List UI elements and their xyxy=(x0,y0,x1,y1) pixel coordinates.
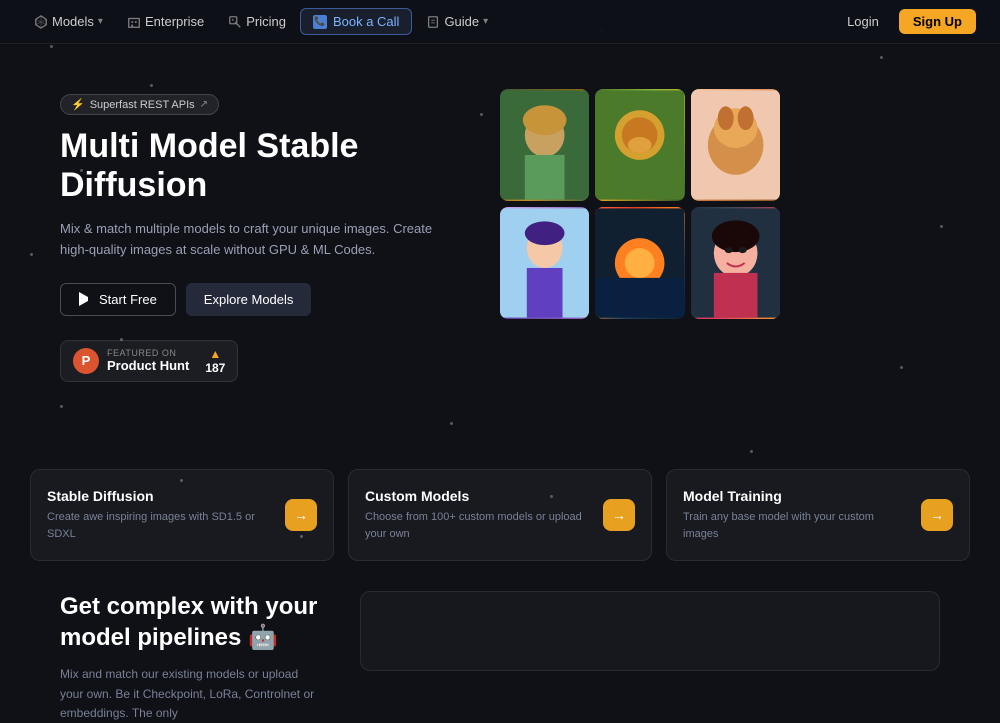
badge-text: Superfast REST APIs xyxy=(90,99,195,111)
feature-title-1: Stable Diffusion xyxy=(47,488,271,504)
play-icon xyxy=(79,292,93,306)
grid-image-4 xyxy=(500,207,589,319)
models-label: Models xyxy=(52,14,94,29)
ph-name: Product Hunt xyxy=(107,358,189,373)
feature-title-3: Model Training xyxy=(683,488,907,504)
feature-btn-2[interactable]: → xyxy=(603,499,635,531)
nav-models[interactable]: Models ▾ xyxy=(24,9,113,34)
feature-cards-section: Stable Diffusion Create awe inspiring im… xyxy=(0,469,1000,561)
nav-guide[interactable]: Guide ▾ xyxy=(416,9,498,34)
hero-description: Mix & match multiple models to craft you… xyxy=(60,219,460,261)
grid-image-5 xyxy=(595,207,684,319)
ph-featured-text: FEATURED ON xyxy=(107,348,189,358)
feature-desc-2: Choose from 100+ custom models or upload… xyxy=(365,509,589,542)
feature-card-text-1: Stable Diffusion Create awe inspiring im… xyxy=(47,488,271,542)
feature-card-custom-models: Custom Models Choose from 100+ custom mo… xyxy=(348,469,652,561)
book-icon xyxy=(426,15,440,29)
ph-logo: P xyxy=(73,348,99,374)
guide-label: Guide xyxy=(444,14,479,29)
feature-card-text-3: Model Training Train any base model with… xyxy=(683,488,907,542)
product-hunt-badge[interactable]: P FEATURED ON Product Hunt ▲ 187 xyxy=(60,340,238,382)
bottom-section: Get complex with your model pipelines 🤖 … xyxy=(0,591,1000,723)
grid-image-1 xyxy=(500,89,589,201)
navbar: Models ▾ Enterprise Pricing 📞 Book a Cal… xyxy=(0,0,1000,44)
feature-card-text-2: Custom Models Choose from 100+ custom mo… xyxy=(365,488,589,542)
bottom-left: Get complex with your model pipelines 🤖 … xyxy=(60,591,320,723)
phone-icon: 📞 xyxy=(313,15,327,29)
feature-desc-1: Create awe inspiring images with SD1.5 o… xyxy=(47,509,271,542)
models-caret: ▾ xyxy=(98,16,103,27)
nav-pricing[interactable]: Pricing xyxy=(218,9,296,34)
bottom-right-panel xyxy=(360,591,940,671)
feature-card-model-training: Model Training Train any base model with… xyxy=(666,469,970,561)
grid-image-6 xyxy=(691,207,780,319)
ph-score-value: 187 xyxy=(205,361,225,375)
enterprise-label: Enterprise xyxy=(145,14,204,29)
guide-caret: ▾ xyxy=(483,16,488,27)
ph-text: FEATURED ON Product Hunt xyxy=(107,348,189,373)
bottom-title: Get complex with your model pipelines 🤖 xyxy=(60,591,320,653)
feature-btn-1[interactable]: → xyxy=(285,499,317,531)
bottom-description: Mix and match our existing models or upl… xyxy=(60,665,320,723)
feature-desc-3: Train any base model with your custom im… xyxy=(683,509,907,542)
hero-image-grid xyxy=(500,89,780,319)
cube-icon xyxy=(34,15,48,29)
hero-left: ⚡ Superfast REST APIs ↗ Multi Model Stab… xyxy=(60,84,460,453)
nav-right: Login Sign Up xyxy=(837,9,976,34)
nav-left: Models ▾ Enterprise Pricing 📞 Book a Cal… xyxy=(24,8,498,35)
pricing-label: Pricing xyxy=(246,14,286,29)
book-call-label: Book a Call xyxy=(333,14,399,29)
feature-title-2: Custom Models xyxy=(365,488,589,504)
hero-buttons: Start Free Explore Models xyxy=(60,283,460,316)
hero-section: ⚡ Superfast REST APIs ↗ Multi Model Stab… xyxy=(0,44,1000,453)
grid-image-2 xyxy=(595,89,684,201)
building-icon xyxy=(127,15,141,29)
hero-title: Multi Model Stable Diffusion xyxy=(60,127,460,205)
api-badge: ⚡ Superfast REST APIs ↗ xyxy=(60,94,219,115)
nav-book-call[interactable]: 📞 Book a Call xyxy=(300,8,412,35)
start-free-label: Start Free xyxy=(99,292,157,307)
ph-score: ▲ 187 xyxy=(205,347,225,375)
feature-btn-3[interactable]: → xyxy=(921,499,953,531)
explore-models-button[interactable]: Explore Models xyxy=(186,283,312,316)
lightning-icon: ⚡ xyxy=(71,98,85,111)
signup-button[interactable]: Sign Up xyxy=(899,9,976,34)
tag-icon xyxy=(228,15,242,29)
grid-image-3 xyxy=(691,89,780,201)
feature-card-stable-diffusion: Stable Diffusion Create awe inspiring im… xyxy=(30,469,334,561)
login-button[interactable]: Login xyxy=(837,9,889,34)
badge-link-icon: ↗ xyxy=(200,99,208,110)
nav-enterprise[interactable]: Enterprise xyxy=(117,9,214,34)
ph-arrow-icon: ▲ xyxy=(209,347,221,361)
start-free-button[interactable]: Start Free xyxy=(60,283,176,316)
